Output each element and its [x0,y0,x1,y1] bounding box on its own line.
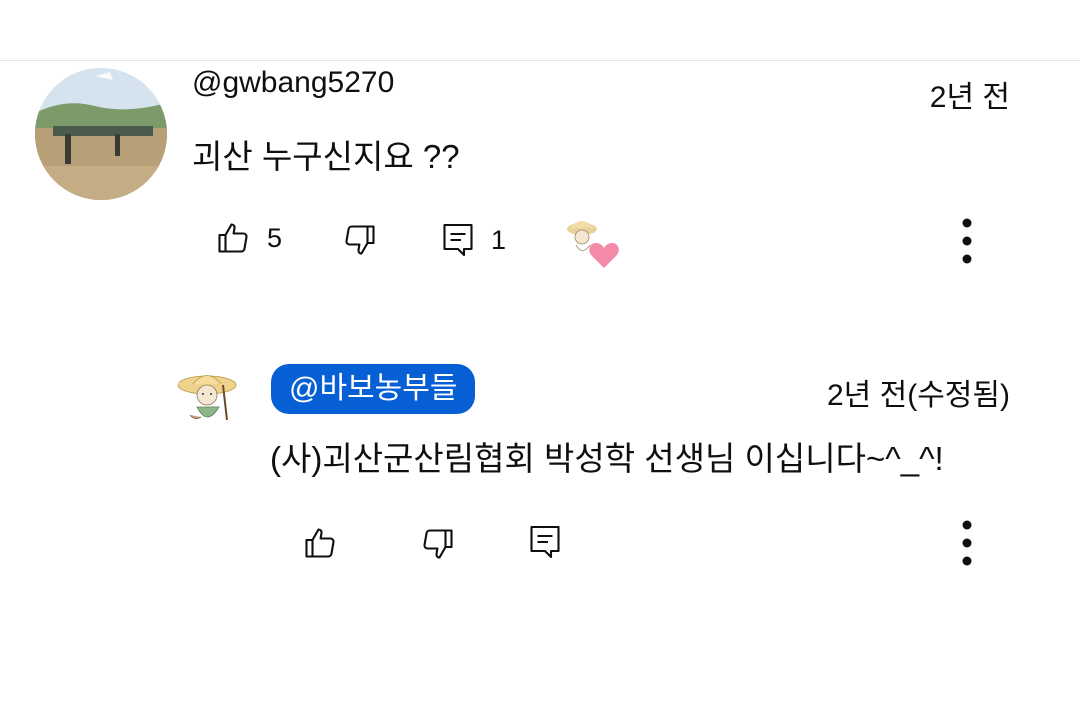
creator-heart[interactable] [562,212,622,270]
more-vert-icon [962,218,972,264]
reply-avatar[interactable] [175,365,241,431]
top-divider [0,60,1080,61]
like-button[interactable]: 5 [215,220,282,256]
avatar[interactable] [35,68,167,200]
comment-icon [528,524,562,560]
dislike-button[interactable] [342,222,378,258]
more-vert-icon [962,520,972,566]
thumb-down-icon [420,526,456,562]
reply-author-badge[interactable]: @바보농부들 [271,364,476,414]
reply-button[interactable]: 1 [441,222,506,258]
thumb-up-icon [215,220,251,256]
thumb-up-icon [302,525,338,561]
reply-reply-button[interactable] [528,524,562,560]
reply-dislike-button[interactable] [420,526,456,562]
avatar-photo-icon [35,68,167,200]
creator-heart-icon [562,212,622,270]
comment-icon [441,222,475,258]
reply-like-button[interactable] [302,525,338,561]
reply-count: 1 [491,224,507,255]
thumb-down-icon [342,222,378,258]
like-count: 5 [267,222,283,253]
comment-timestamp[interactable]: 2년 전 [930,72,1010,116]
farmer-avatar-icon [177,375,237,421]
reply-more-options-button[interactable] [953,520,981,566]
more-options-button[interactable] [953,218,981,264]
reply-text: (사)괴산군산림협회 박성학 선생님 이십니다~^_^! [270,440,944,477]
comment-author[interactable]: @gwbang5270 [192,66,394,100]
reply-timestamp[interactable]: 2년 전(수정됨) [827,370,1010,414]
comment-text: 괴산 누구신지요 ?? [192,138,460,175]
